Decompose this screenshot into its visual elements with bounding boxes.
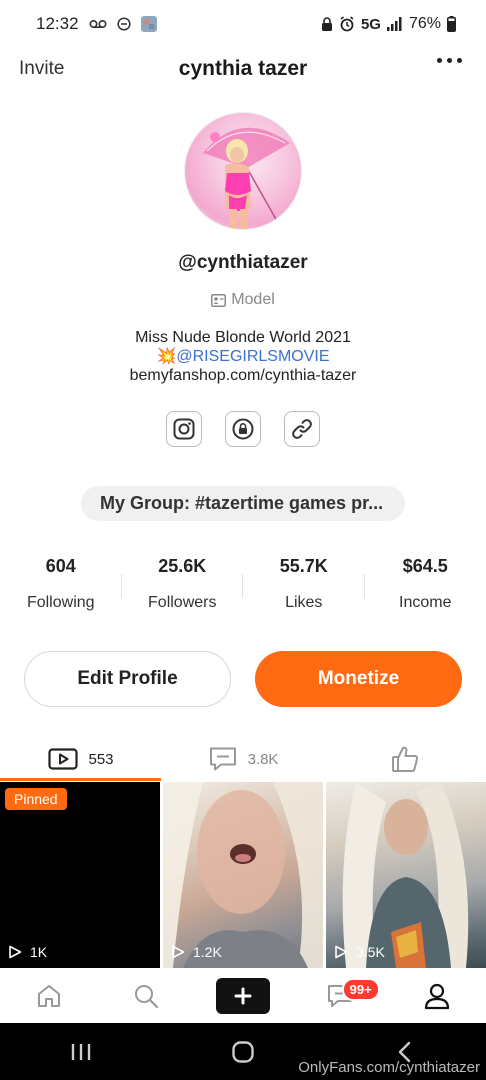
video-thumbnail[interactable]: 3.5K <box>326 782 486 968</box>
thumbs-up-icon <box>390 744 420 774</box>
edit-profile-button[interactable]: Edit Profile <box>24 651 231 707</box>
pinned-badge: Pinned <box>5 788 67 810</box>
play-icon <box>171 945 185 959</box>
tab-count: 553 <box>88 750 114 768</box>
stat-label: Following <box>26 594 95 611</box>
nav-profile[interactable] <box>389 982 486 1010</box>
search-icon <box>133 983 159 1009</box>
home-circle-icon <box>231 1040 255 1064</box>
bio-line-1: Miss Nude Blonde World 2021 <box>135 329 351 346</box>
tab-videos[interactable]: 553 <box>0 738 162 780</box>
view-count: 1.2K <box>171 944 222 960</box>
page-title: cynthia tazer <box>178 57 308 80</box>
tab-count: 3.8K <box>247 750 279 768</box>
avatar[interactable] <box>184 112 302 230</box>
video-thumbnail[interactable]: Pinned 1K <box>0 782 160 968</box>
nav-create[interactable] <box>194 977 291 1014</box>
system-navigation-bar: OnlyFans.com/cynthiatazer <box>0 1023 486 1080</box>
stat-label: Likes <box>285 594 323 611</box>
view-count-value: 1.2K <box>193 944 222 960</box>
recent-apps-icon <box>70 1042 92 1062</box>
instagram-icon[interactable] <box>166 411 202 447</box>
network-type: 5G <box>360 15 381 33</box>
battery-icon <box>447 16 456 32</box>
tab-likes[interactable] <box>324 738 486 780</box>
link-icon[interactable] <box>284 411 320 447</box>
view-count-value: 1K <box>30 944 48 960</box>
play-icon <box>334 945 348 959</box>
video-thumbnail[interactable]: 1.2K <box>163 782 323 968</box>
tab-comments[interactable]: 3.8K <box>162 738 324 780</box>
nav-search[interactable] <box>97 983 194 1009</box>
status-time: 12:32 <box>36 14 79 33</box>
alarm-icon <box>339 16 355 32</box>
profile-actions: Edit Profile Monetize <box>24 651 462 707</box>
stat-label: Income <box>399 594 452 611</box>
view-count: 3.5K <box>334 944 385 960</box>
home-icon <box>36 983 62 1009</box>
stat-value: $64.5 <box>402 556 448 576</box>
username-handle: @cynthiatazer <box>178 252 308 273</box>
stat-value: 604 <box>45 556 76 576</box>
stat-label: Followers <box>148 594 217 611</box>
bio-mention-link[interactable]: @RISEGIRLSMOVIE <box>176 348 329 365</box>
bio-website-link[interactable]: bemyfanshop.com/cynthia-tazer <box>0 366 486 385</box>
battery-percent: 76% <box>408 15 441 32</box>
profile-stats: 604 Following 25.6K Followers 55.7K Like… <box>0 556 486 612</box>
stat-following[interactable]: 604 Following <box>0 556 122 612</box>
lock-icon[interactable] <box>225 411 261 447</box>
signal-icon <box>386 17 403 31</box>
stat-value: 25.6K <box>158 556 207 576</box>
recent-apps-button[interactable] <box>0 1042 162 1062</box>
content-tabs: 553 3.8K <box>0 738 486 780</box>
voicemail-icon <box>89 19 107 29</box>
watermark-text: OnlyFans.com/cynthiatazer <box>298 1059 480 1076</box>
stat-likes[interactable]: 55.7K Likes <box>243 556 365 612</box>
explosion-emoji-icon: 💥 <box>156 348 177 365</box>
active-tab-indicator <box>0 778 161 781</box>
category-label: Model <box>231 291 275 308</box>
id-card-icon <box>211 293 227 307</box>
social-links <box>0 411 486 447</box>
profile-icon <box>423 982 451 1010</box>
stat-followers[interactable]: 25.6K Followers <box>122 556 244 612</box>
status-bar: 12:32 5G 76% <box>0 0 486 48</box>
video-icon <box>48 748 79 770</box>
lock-icon <box>321 16 333 32</box>
play-icon <box>8 945 22 959</box>
plus-icon <box>234 987 252 1005</box>
invite-button[interactable]: Invite <box>19 58 64 80</box>
app-notification-icon <box>140 16 157 32</box>
do-not-disturb-icon <box>116 17 131 31</box>
more-options-icon[interactable] <box>437 58 462 63</box>
top-bar: Invite cynthia tazer <box>0 48 486 90</box>
monetize-button[interactable]: Monetize <box>255 651 462 707</box>
video-grid: Pinned 1K 1.2K 3.5K <box>0 782 486 968</box>
profile-category: Model <box>0 291 486 309</box>
comment-icon <box>208 746 238 772</box>
create-button[interactable] <box>216 977 270 1014</box>
bottom-navigation: 99+ <box>0 968 486 1023</box>
profile-bio: Miss Nude Blonde World 2021 💥@RISEGIRLSM… <box>0 328 486 385</box>
view-count: 1K <box>8 944 47 960</box>
notification-badge: 99+ <box>341 977 380 1001</box>
stat-value: 55.7K <box>279 556 328 576</box>
stat-income[interactable]: $64.5 Income <box>365 556 486 612</box>
view-count-value: 3.5K <box>356 944 385 960</box>
nav-messages[interactable]: 99+ <box>292 977 389 1009</box>
group-link[interactable]: My Group: #tazertime games pr... <box>81 486 405 521</box>
nav-home[interactable] <box>0 983 97 1009</box>
